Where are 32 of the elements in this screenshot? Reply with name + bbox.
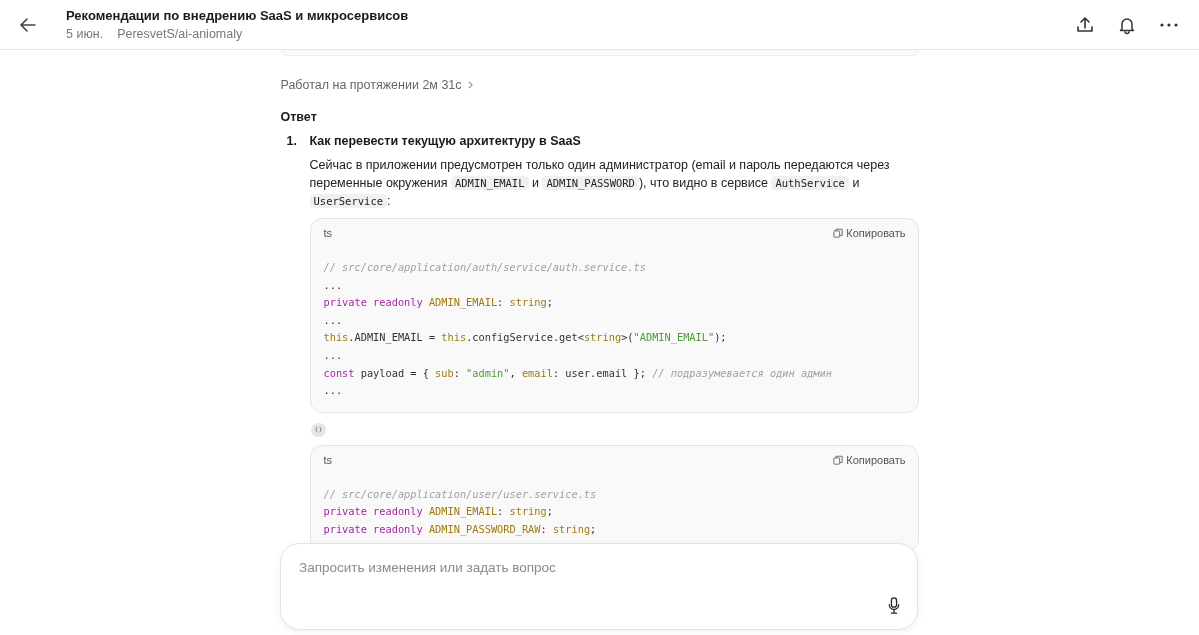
chevron-right-icon (467, 81, 473, 89)
answer-heading: Ответ (280, 110, 318, 124)
code-line: private readonly ADMIN_PASSWORD_RAW: string; (323, 521, 597, 538)
code-line: this.ADMIN_EMAIL = this.configService.get<string>("ADMIN_EMAIL"); (323, 330, 727, 346)
copy-button[interactable]: Копировать (833, 227, 906, 239)
copy-button[interactable]: Копировать (833, 453, 906, 466)
code-line: private readonly ADMIN_EMAIL: string; (323, 295, 553, 311)
citation-chip[interactable] (310, 422, 326, 437)
microphone-icon[interactable] (888, 597, 900, 614)
message-input[interactable]: Запросить изменения или задать вопрос (299, 560, 839, 575)
list-number: 1. (285, 134, 298, 150)
conversation-title: Рекомендации по внедрению SaaS и микросервисов (66, 8, 410, 23)
paragraph: Сейчас в приложении предусмотрен только один администратор (email и пароль передаются через переменные окружения ADMIN_EMAIL и ADMIN_PASSWORD ), что видно в сервисе AuthService и UserService : (309, 157, 891, 210)
braces-icon (314, 426, 322, 434)
code-line: // src/core/application/auth/service/auth.service.ts (323, 260, 646, 275)
code-line: ... (323, 347, 343, 363)
repository-label: PeresvetS/ai-aniomaly (117, 27, 243, 41)
language-label: ts (323, 227, 333, 239)
language-label: ts (323, 453, 333, 466)
code-line: private readonly ADMIN_EMAIL: string; (323, 504, 553, 520)
code-line: ... (323, 277, 343, 293)
share-icon[interactable] (1075, 14, 1095, 35)
code-line: const payload = { sub: "admin", email: user.email }; // подразумевается один админ (323, 365, 832, 381)
section-heading: Как перевести текущую архитектуру в SaaS (309, 134, 582, 148)
work-duration-toggle[interactable]: Работал на протяжении 2м 31с (280, 78, 473, 92)
code-line: // src/core/application/user/user.service.ts (323, 486, 597, 502)
copy-icon (833, 454, 844, 465)
copy-icon (833, 228, 844, 238)
more-icon[interactable] (1159, 21, 1179, 28)
date-label: 5 июн. (66, 27, 104, 41)
code-line: ... (323, 383, 343, 399)
code-line: ... (323, 312, 343, 328)
